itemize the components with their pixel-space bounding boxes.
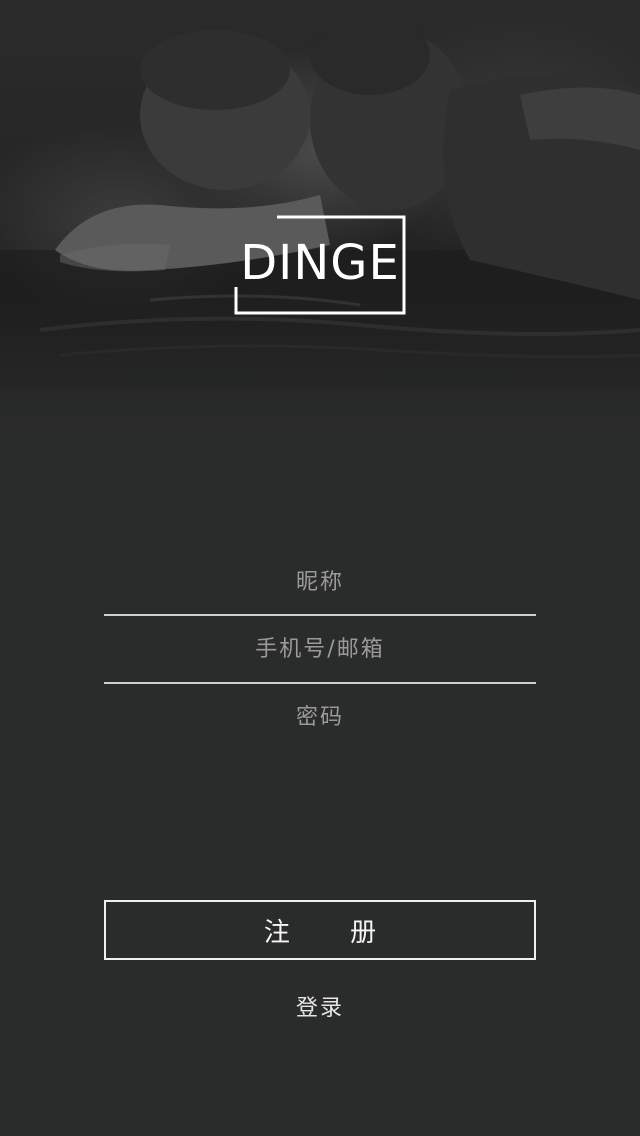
nickname-field-row [104, 549, 536, 616]
app-logo: DINGE [233, 215, 407, 315]
logo-wordmark: DINGE [240, 235, 400, 291]
password-field-row [104, 683, 536, 751]
account-field-row [104, 615, 536, 684]
register-button-label: 注 册 [263, 917, 403, 948]
nickname-input[interactable] [104, 549, 536, 615]
login-link[interactable]: 登录 [0, 990, 640, 1022]
account-input[interactable] [104, 615, 536, 683]
password-input[interactable] [104, 683, 536, 751]
register-button[interactable]: 注 册 [104, 900, 536, 960]
register-form [104, 549, 536, 751]
